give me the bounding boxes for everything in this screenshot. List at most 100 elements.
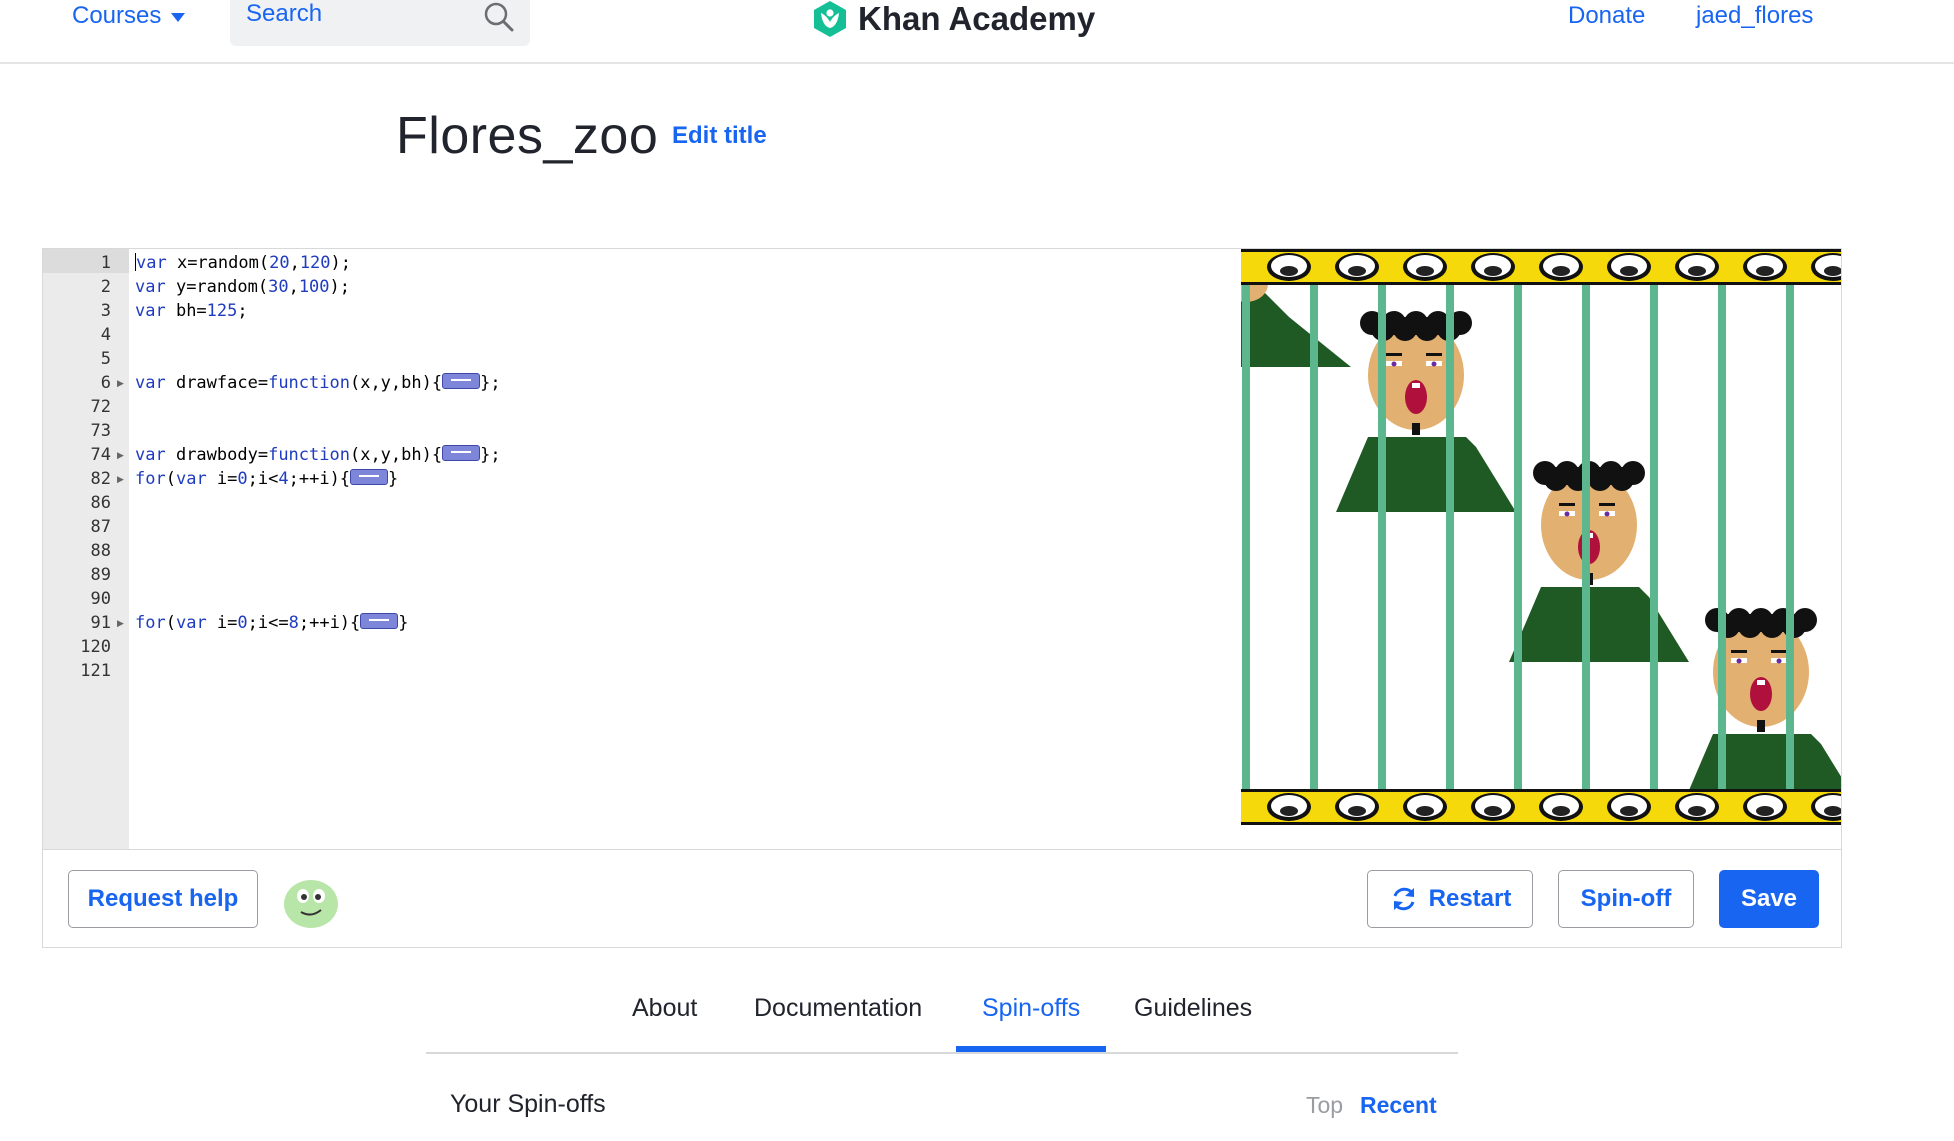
spin-off-button[interactable]: Spin-off bbox=[1558, 870, 1694, 928]
code-token: ; bbox=[237, 301, 248, 321]
tab-about[interactable]: About bbox=[632, 994, 697, 1050]
person-pupil bbox=[1604, 511, 1610, 517]
person-neck bbox=[1412, 423, 1420, 435]
border-eye-pupil bbox=[1552, 806, 1570, 816]
khan-academy-logo[interactable]: Khan Academy bbox=[810, 0, 1095, 38]
code-token: for bbox=[135, 613, 166, 633]
fold-toggle-icon[interactable]: ▶ bbox=[117, 611, 124, 635]
request-help-label: Request help bbox=[87, 885, 239, 912]
code-token: 30 bbox=[268, 277, 289, 297]
border-eye-pupil bbox=[1484, 266, 1502, 276]
spin-offs-heading: Your Spin-offs bbox=[450, 1090, 606, 1118]
save-button[interactable]: Save bbox=[1719, 870, 1819, 928]
courses-menu[interactable]: Courses bbox=[72, 0, 186, 32]
zoo-drawing bbox=[1224, 249, 1923, 825]
code-editor-panel: 1 2 3 4 5 6 ▶ 72 73 74 ▶ 82 ▶ 86 87 88 89 90 91 ▶ 120 121 var… bbox=[42, 248, 1923, 948]
edit-title-link[interactable]: Edit title bbox=[672, 122, 767, 150]
code-token: (x,y,bh){ bbox=[349, 445, 443, 465]
code-token: 120 bbox=[299, 253, 331, 273]
sort-top-link[interactable]: Top bbox=[1306, 1092, 1343, 1119]
person-hair bbox=[1793, 608, 1817, 632]
code-token: i= bbox=[206, 613, 238, 633]
border-eye-pupil bbox=[1756, 806, 1774, 816]
code-token: function bbox=[268, 373, 350, 393]
donate-link[interactable]: Donate bbox=[1568, 2, 1645, 30]
hopper-avatar-icon[interactable] bbox=[281, 874, 341, 930]
code-token: , bbox=[289, 253, 300, 273]
border-eye-pupil bbox=[1280, 266, 1298, 276]
person-eyebrow bbox=[1426, 353, 1442, 356]
line-number: 82 bbox=[90, 469, 111, 489]
code-line-91: for(var i=0;i<=8;++i){} bbox=[135, 611, 409, 635]
border-eye-pupil bbox=[1756, 266, 1774, 276]
search-icon[interactable] bbox=[482, 0, 516, 34]
code-token: for bbox=[135, 469, 166, 489]
fold-toggle-icon[interactable]: ▶ bbox=[117, 371, 124, 395]
person-pupil bbox=[1776, 658, 1782, 664]
line-number: 2 bbox=[100, 277, 111, 297]
chevron-down-icon bbox=[171, 12, 186, 22]
folded-code-widget[interactable] bbox=[442, 445, 481, 461]
cage-bar bbox=[1514, 281, 1522, 791]
spin-off-label: Spin-off bbox=[1580, 885, 1672, 912]
line-number: 1 bbox=[100, 253, 111, 273]
request-help-button[interactable]: Request help bbox=[68, 870, 258, 928]
user-menu[interactable]: jaed_flores bbox=[1696, 2, 1813, 30]
tab-guidelines[interactable]: Guidelines bbox=[1134, 994, 1252, 1050]
sort-recent-link[interactable]: Recent bbox=[1360, 1092, 1437, 1119]
line-number: 88 bbox=[90, 541, 111, 561]
code-token: ( bbox=[165, 613, 176, 633]
person-eyebrow bbox=[1599, 503, 1615, 506]
code-token: ;i<= bbox=[247, 613, 289, 633]
code-token: 20 bbox=[269, 253, 290, 273]
line-number: 91 bbox=[90, 613, 111, 633]
restart-label: Restart bbox=[1428, 885, 1512, 912]
folded-code-widget[interactable] bbox=[360, 613, 399, 629]
code-token: i= bbox=[206, 469, 238, 489]
cage-bar bbox=[1786, 281, 1794, 791]
fold-toggle-icon[interactable]: ▶ bbox=[117, 443, 124, 467]
code-token: ;++i){ bbox=[288, 469, 351, 489]
code-line-82: for(var i=0;i<4;++i){} bbox=[135, 467, 398, 491]
top-navigation-bar: Courses Search Khan Academy Donate jaed_… bbox=[0, 0, 1954, 64]
code-token: 100 bbox=[298, 277, 330, 297]
border-eye-pupil bbox=[1484, 806, 1502, 816]
line-number: 121 bbox=[80, 661, 111, 681]
code-token: ;i< bbox=[247, 469, 279, 489]
tab-spin-offs[interactable]: Spin-offs bbox=[955, 994, 1107, 1052]
border-eye-pupil bbox=[1348, 806, 1366, 816]
code-token: 8 bbox=[288, 613, 299, 633]
code-token: }; bbox=[480, 445, 501, 465]
cage-bar bbox=[1650, 281, 1658, 791]
code-token: 0 bbox=[237, 613, 248, 633]
line-number: 4 bbox=[100, 325, 111, 345]
page-title: Flores_zoo bbox=[396, 107, 659, 165]
code-token: 4 bbox=[278, 469, 289, 489]
restart-button[interactable]: Restart bbox=[1367, 870, 1533, 928]
code-line-2: var y=random(30,100); bbox=[135, 275, 350, 299]
search-input[interactable]: Search bbox=[230, 0, 530, 46]
tab-label: Guidelines bbox=[1134, 994, 1253, 1022]
border-eye-pupil bbox=[1348, 266, 1366, 276]
folded-code-widget[interactable] bbox=[350, 469, 389, 485]
person-neck bbox=[1757, 720, 1765, 732]
code-token: drawface= bbox=[165, 373, 269, 393]
tab-documentation[interactable]: Documentation bbox=[754, 994, 922, 1050]
code-line-3: var bh=125; bbox=[135, 299, 248, 323]
code-token: , bbox=[288, 277, 299, 297]
code-token: 0 bbox=[237, 469, 248, 489]
person-hair bbox=[1621, 461, 1645, 485]
folded-code-widget[interactable] bbox=[442, 373, 481, 389]
fold-toggle-icon[interactable]: ▶ bbox=[117, 467, 124, 491]
border-eye-pupil bbox=[1552, 266, 1570, 276]
code-token: } bbox=[388, 469, 399, 489]
code-token: ( bbox=[165, 469, 176, 489]
person-eyebrow bbox=[1771, 650, 1787, 653]
program-output-canvas[interactable] bbox=[1224, 249, 1923, 825]
line-number: 90 bbox=[90, 589, 111, 609]
border-eye-pupil bbox=[1620, 266, 1638, 276]
person-pupil bbox=[1564, 511, 1570, 517]
person-teeth bbox=[1757, 680, 1765, 685]
code-token: ); bbox=[330, 253, 352, 273]
code-token: var bbox=[135, 445, 166, 465]
